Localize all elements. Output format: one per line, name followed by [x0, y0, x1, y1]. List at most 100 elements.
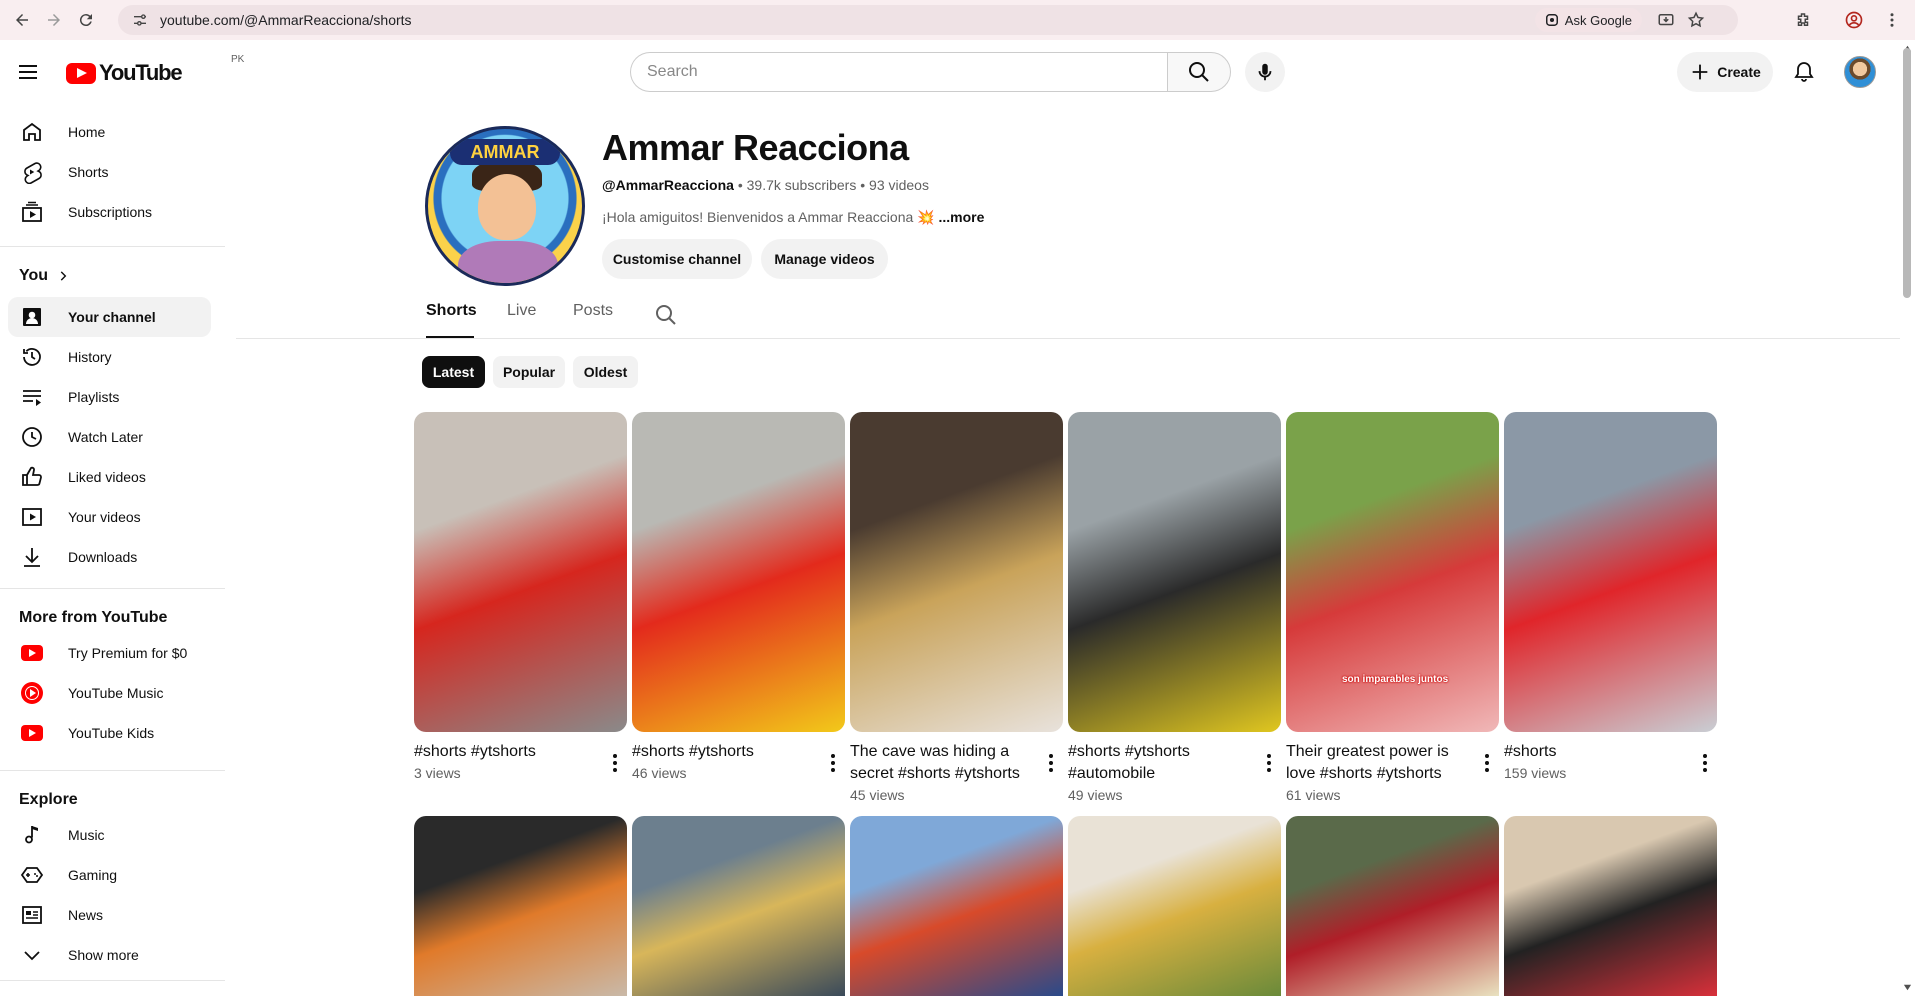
voice-search-button[interactable]	[1245, 52, 1285, 92]
sidebar-item-watch-later[interactable]: Watch Later	[8, 417, 211, 457]
sidebar-item-label: Gaming	[68, 867, 118, 883]
short-thumbnail[interactable]	[414, 816, 627, 996]
sidebar-item-youtube-kids[interactable]: YouTube Kids	[8, 713, 211, 753]
short-title[interactable]: #shorts #ytshorts	[632, 741, 817, 763]
site-settings-icon[interactable]	[130, 10, 150, 30]
more-actions-icon[interactable]	[831, 754, 835, 772]
tab-live[interactable]: Live	[507, 302, 536, 338]
short-card[interactable]: #shorts 159 views	[1504, 412, 1717, 781]
back-icon[interactable]	[8, 6, 36, 34]
ask-google-button[interactable]: Ask Google	[1534, 8, 1642, 32]
manage-videos-button[interactable]: Manage videos	[761, 239, 888, 279]
short-card[interactable]: #shorts #ytshorts 46 views	[632, 412, 845, 781]
channel-search-icon[interactable]	[654, 303, 678, 327]
sidebar-item-premium[interactable]: Try Premium for $0	[8, 633, 211, 673]
browser-menu-icon[interactable]	[1878, 6, 1906, 34]
sidebar-item-history[interactable]: History	[8, 337, 211, 377]
more-actions-icon[interactable]	[1267, 754, 1271, 772]
sidebar-item-gaming[interactable]: Gaming	[8, 855, 211, 895]
short-card[interactable]: son imparables juntos Their greatest powe…	[1286, 412, 1499, 803]
short-card[interactable]	[850, 816, 1063, 996]
short-card[interactable]: #shorts #ytshorts 3 views	[414, 412, 627, 781]
extensions-icon[interactable]	[1789, 6, 1817, 34]
sidebar-section-you[interactable]: You	[19, 267, 70, 285]
short-thumbnail[interactable]	[632, 816, 845, 996]
shorts-icon	[20, 160, 44, 184]
your-channel-icon	[20, 305, 44, 329]
profile-icon[interactable]	[1840, 6, 1868, 34]
short-thumbnail[interactable]	[1068, 412, 1281, 732]
channel-avatar-logo-text: AMMAR	[450, 139, 560, 165]
scrollbar-thumb[interactable]	[1903, 48, 1911, 298]
more-actions-icon[interactable]	[1703, 754, 1707, 772]
short-thumbnail[interactable]	[1068, 816, 1281, 996]
short-card[interactable]	[632, 816, 845, 996]
short-thumbnail[interactable]	[414, 412, 627, 732]
chip-latest[interactable]: Latest	[422, 356, 485, 388]
short-thumbnail[interactable]	[1504, 816, 1717, 996]
sidebar: Home Shorts Subscriptions You Your chann…	[0, 104, 228, 997]
short-card[interactable]: #shorts #ytshorts #automobile 49 views	[1068, 412, 1281, 803]
reload-icon[interactable]	[72, 6, 100, 34]
sidebar-item-downloads[interactable]: Downloads	[8, 537, 211, 577]
sidebar-item-home[interactable]: Home	[8, 112, 211, 152]
forward-icon[interactable]	[40, 6, 68, 34]
explore-title: Explore	[19, 791, 78, 808]
sidebar-item-your-channel[interactable]: Your channel	[8, 297, 211, 337]
short-card[interactable]: The cave was hiding a secret #shorts #yt…	[850, 412, 1063, 803]
sidebar-item-subscriptions[interactable]: Subscriptions	[8, 192, 211, 232]
sidebar-item-label: Your videos	[68, 509, 141, 525]
youtube-kids-icon	[20, 721, 44, 745]
short-title[interactable]: Their greatest power is love #shorts #yt…	[1286, 741, 1471, 785]
short-thumbnail[interactable]	[632, 412, 845, 732]
subscriber-count: 39.7k subscribers	[746, 177, 857, 193]
sidebar-item-playlists[interactable]: Playlists	[8, 377, 211, 417]
sidebar-item-youtube-music[interactable]: YouTube Music	[8, 673, 211, 713]
short-thumbnail[interactable]	[1286, 816, 1499, 996]
short-thumbnail[interactable]	[1504, 412, 1717, 732]
tab-shorts[interactable]: Shorts	[426, 302, 477, 338]
short-card[interactable]	[414, 816, 627, 996]
short-card[interactable]	[1504, 816, 1717, 996]
channel-avatar[interactable]: AMMAR	[425, 126, 585, 286]
channel-description[interactable]: ¡Hola amiguitos! Bienvenidos a Ammar Rea…	[602, 209, 984, 226]
account-avatar[interactable]	[1844, 56, 1876, 88]
chip-oldest[interactable]: Oldest	[573, 356, 638, 388]
your-videos-icon	[20, 505, 44, 529]
short-title[interactable]: The cave was hiding a secret #shorts #yt…	[850, 741, 1035, 785]
more-actions-icon[interactable]	[1049, 754, 1053, 772]
short-thumbnail[interactable]: son imparables juntos	[1286, 412, 1499, 732]
short-thumbnail[interactable]	[850, 412, 1063, 732]
menu-icon[interactable]	[16, 60, 40, 84]
sidebar-item-label: Playlists	[68, 389, 120, 405]
short-title[interactable]: #shorts	[1504, 741, 1689, 763]
tab-posts[interactable]: Posts	[573, 302, 613, 338]
scroll-down-icon[interactable]	[1903, 983, 1912, 992]
more-actions-icon[interactable]	[1485, 754, 1489, 772]
more-from-youtube-title: More from YouTube	[19, 609, 168, 626]
sidebar-show-more[interactable]: Show more	[8, 935, 211, 975]
chip-popular[interactable]: Popular	[493, 356, 565, 388]
sidebar-item-shorts[interactable]: Shorts	[8, 152, 211, 192]
sidebar-item-news[interactable]: News	[8, 895, 211, 935]
install-app-icon[interactable]	[1656, 10, 1676, 30]
create-button[interactable]: Create	[1677, 52, 1773, 92]
short-title[interactable]: #shorts #ytshorts #automobile	[1068, 741, 1253, 785]
like-icon	[20, 465, 44, 489]
short-card[interactable]	[1068, 816, 1281, 996]
description-more-link[interactable]: ...more	[938, 209, 984, 225]
short-title[interactable]: #shorts #ytshorts	[414, 741, 599, 763]
sidebar-item-your-videos[interactable]: Your videos	[8, 497, 211, 537]
short-card[interactable]	[1286, 816, 1499, 996]
bookmark-star-icon[interactable]	[1686, 10, 1706, 30]
sidebar-item-music[interactable]: Music	[8, 815, 211, 855]
address-bar[interactable]: youtube.com/@AmmarReacciona/shorts Ask G…	[118, 5, 1738, 35]
short-thumbnail[interactable]	[850, 816, 1063, 996]
search-input[interactable]	[630, 52, 1167, 92]
more-actions-icon[interactable]	[613, 754, 617, 772]
sidebar-item-liked-videos[interactable]: Liked videos	[8, 457, 211, 497]
notifications-bell-icon[interactable]	[1786, 54, 1822, 90]
youtube-logo[interactable]: YouTube PK	[66, 54, 244, 86]
search-button[interactable]	[1167, 52, 1231, 92]
customise-channel-button[interactable]: Customise channel	[602, 239, 752, 279]
